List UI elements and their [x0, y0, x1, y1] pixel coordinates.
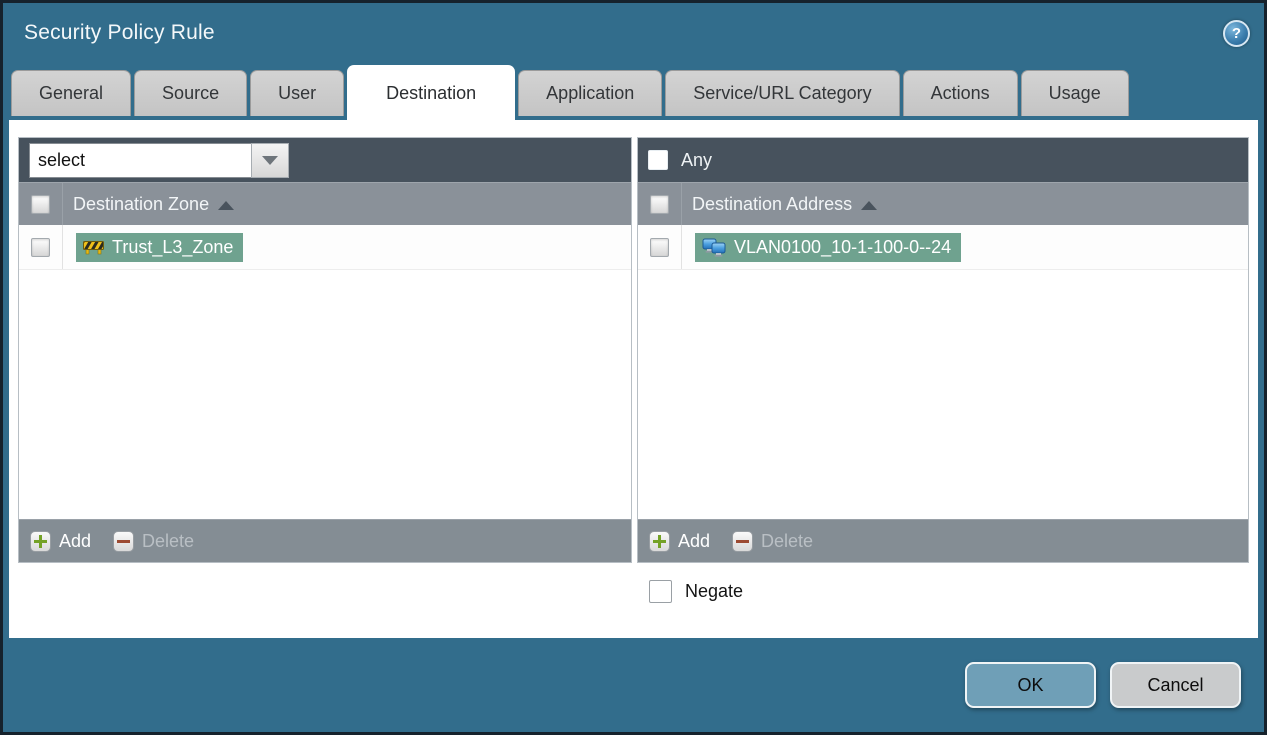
zone-row[interactable]: Trust_L3_Zone: [19, 225, 631, 270]
address-header-checkbox-cell: [638, 183, 682, 225]
negate-checkbox[interactable]: [649, 580, 672, 603]
address-row-checkbox-cell: [638, 225, 682, 269]
tab-usage[interactable]: Usage: [1020, 70, 1129, 116]
dialog-footer: OK Cancel: [3, 638, 1264, 732]
zone-panel-footer: Add Delete: [19, 519, 631, 562]
tab-source[interactable]: Source: [134, 70, 248, 116]
negate-label: Negate: [685, 581, 744, 601]
zone-column-title[interactable]: Destination Zone: [73, 194, 209, 215]
add-plus-icon: [649, 530, 670, 552]
cancel-button[interactable]: Cancel: [1110, 662, 1241, 708]
zone-row-checkbox-cell: [19, 225, 63, 269]
address-add-button[interactable]: Add: [649, 530, 711, 552]
security-policy-rule-dialog: Security Policy Rule ? General Source Us…: [0, 0, 1267, 735]
tab-general[interactable]: General: [11, 70, 132, 116]
zone-barrier-icon: [83, 241, 104, 255]
address-select-all-checkbox[interactable]: [650, 194, 669, 214]
zone-add-label: Add: [59, 530, 92, 551]
network-computers-icon: [702, 238, 726, 257]
tab-service-url-category[interactable]: Service/URL Category: [665, 70, 900, 116]
zone-column-header: Destination Zone: [19, 182, 631, 225]
chevron-down-icon: [262, 155, 278, 165]
address-list: VLAN0100_10-1-100-0--24: [638, 225, 1248, 519]
sort-ascending-icon[interactable]: [218, 200, 235, 210]
titlebar: Security Policy Rule ?: [3, 3, 1264, 63]
destination-tab-content: Destination Zone: [9, 120, 1258, 638]
tab-application[interactable]: Application: [518, 70, 663, 116]
any-checkbox[interactable]: [648, 150, 668, 170]
zone-row-checkbox[interactable]: [31, 237, 50, 257]
tab-user[interactable]: User: [250, 70, 345, 116]
address-panel-toolbar: Any: [638, 138, 1248, 182]
delete-minus-icon: [113, 530, 135, 552]
zone-row-label: Trust_L3_Zone: [112, 236, 234, 257]
address-delete-label: Delete: [761, 530, 814, 551]
zone-panel-toolbar: [19, 138, 631, 182]
tab-destination[interactable]: Destination: [347, 65, 516, 120]
address-delete-button[interactable]: Delete: [732, 530, 814, 552]
address-row-checkbox[interactable]: [650, 237, 669, 257]
any-label: Any: [681, 149, 713, 170]
help-icon[interactable]: ?: [1223, 19, 1250, 47]
negate-option: Negate: [649, 580, 1258, 603]
zone-select-combo: [29, 142, 289, 178]
address-column-header: Destination Address: [638, 182, 1248, 225]
address-row[interactable]: VLAN0100_10-1-100-0--24: [638, 225, 1248, 270]
dialog-title: Security Policy Rule: [24, 21, 215, 44]
zone-add-button[interactable]: Add: [30, 530, 92, 552]
ok-button[interactable]: OK: [965, 662, 1096, 708]
zone-select-dropdown-button[interactable]: [251, 142, 289, 178]
any-option: Any: [648, 150, 712, 171]
zone-delete-button[interactable]: Delete: [113, 530, 195, 552]
zone-select-all-checkbox[interactable]: [31, 194, 50, 214]
address-column-title[interactable]: Destination Address: [692, 194, 852, 215]
destination-address-panel: Any Destination Address VLAN0100_10-1-10…: [637, 137, 1249, 563]
zone-header-checkbox-cell: [19, 183, 63, 225]
zone-select-input[interactable]: [29, 142, 251, 178]
zone-selected-chip[interactable]: Trust_L3_Zone: [76, 232, 244, 262]
tab-actions[interactable]: Actions: [902, 70, 1018, 116]
delete-minus-icon: [732, 530, 754, 552]
address-panel-footer: Add Delete: [638, 519, 1248, 562]
address-row-label: VLAN0100_10-1-100-0--24: [734, 236, 952, 257]
destination-zone-panel: Destination Zone: [18, 137, 632, 563]
address-add-label: Add: [678, 530, 711, 551]
zone-delete-label: Delete: [142, 530, 195, 551]
sort-ascending-icon[interactable]: [861, 200, 878, 210]
zone-list: Trust_L3_Zone: [19, 225, 631, 519]
tab-bar: General Source User Destination Applicat…: [3, 63, 1264, 120]
address-selected-chip[interactable]: VLAN0100_10-1-100-0--24: [695, 232, 962, 262]
add-plus-icon: [30, 530, 51, 552]
